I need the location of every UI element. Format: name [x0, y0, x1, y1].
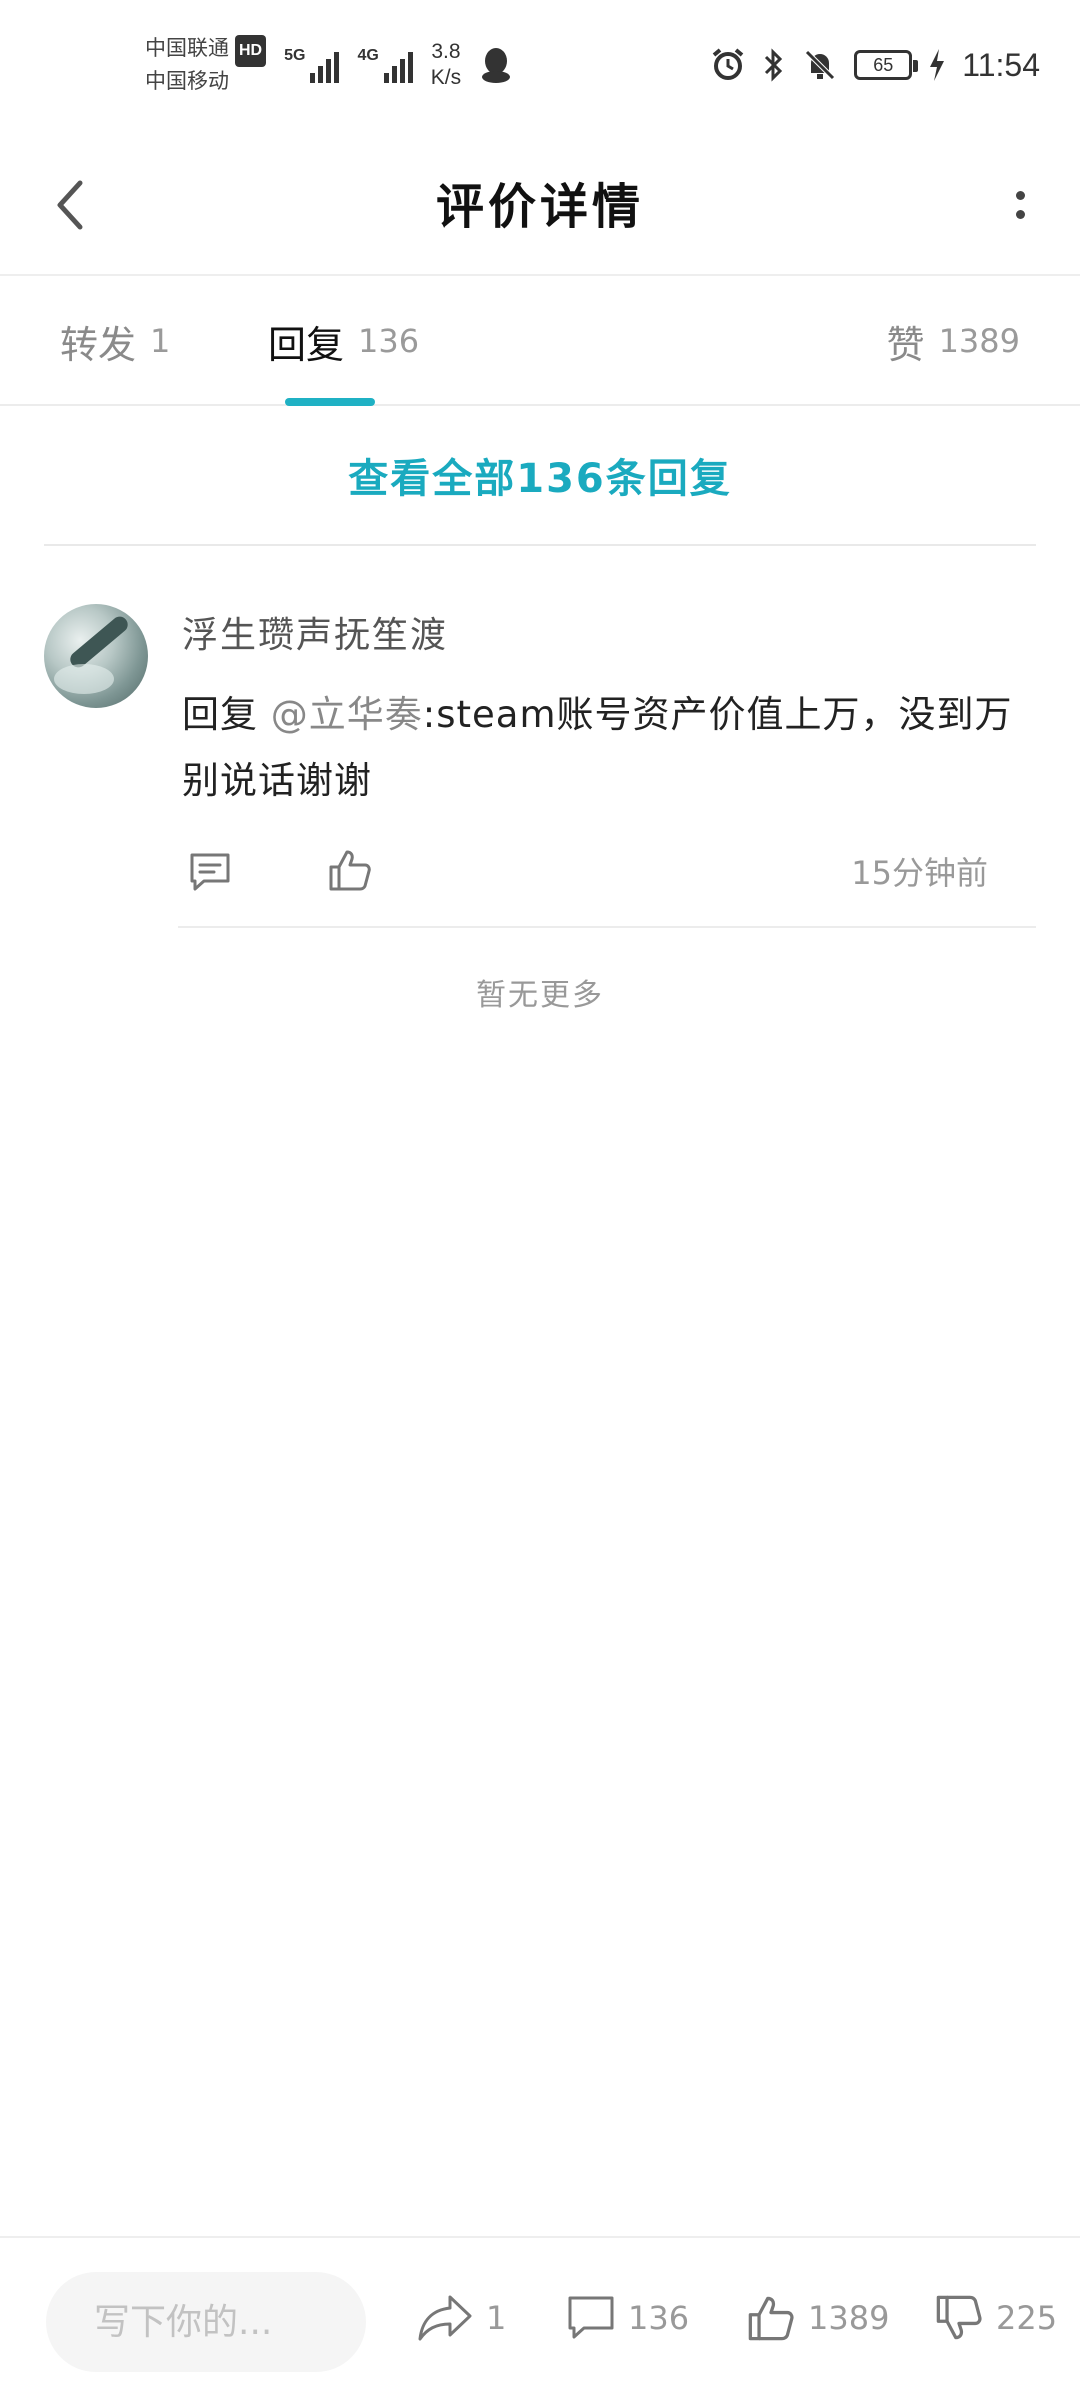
comment-button[interactable]: 136: [566, 2268, 689, 2368]
signal-5g-icon: 5G: [284, 47, 340, 83]
tab-label: 回复: [268, 322, 345, 367]
like-button[interactable]: [320, 840, 380, 900]
comment-icon: [190, 853, 230, 891]
comment-item: 浮生瓒声抚笙渡 回复 @立华奏:steam账号资产价值上万，没到万别说话谢谢 1…: [44, 548, 1036, 928]
forward-button[interactable]: 1: [416, 2268, 506, 2368]
signal-1-label: 5G: [284, 47, 306, 64]
thumbs-up-icon: [748, 2296, 794, 2341]
active-tab-indicator: [285, 398, 375, 406]
tab-bar: 转发 1 回复 136 赞 1389: [0, 276, 1080, 406]
forward-count: 1: [486, 2299, 507, 2337]
signal-2-label: 4G: [357, 47, 379, 64]
mention[interactable]: @立华奏: [271, 693, 423, 736]
carrier-info: 中国联通 HD 中国移动: [145, 34, 267, 97]
tab-reply[interactable]: 回复 136: [268, 276, 419, 406]
qq-icon: [479, 46, 513, 84]
no-more-text: 暂无更多: [476, 978, 604, 1013]
comment-timestamp: 15分钟前: [851, 854, 988, 892]
tab-count: 1389: [938, 322, 1020, 360]
tab-count: 136: [358, 322, 420, 360]
comment-text[interactable]: 回复 @立华奏:steam账号资产价值上万，没到万别说话谢谢: [182, 682, 1036, 814]
tab-like[interactable]: 赞 1389: [887, 276, 1020, 406]
tab-label: 赞: [886, 322, 925, 367]
tab-count: 1: [150, 322, 171, 360]
charging-icon: [928, 48, 946, 82]
share-arrow-icon: [418, 2295, 472, 2341]
net-speed-value: 3.8: [431, 40, 461, 63]
avatar[interactable]: [44, 604, 148, 708]
comment-count: 136: [628, 2299, 690, 2337]
view-all-replies-link[interactable]: 查看全部136条回复: [44, 406, 1036, 546]
like-post-button[interactable]: 1389: [746, 2268, 889, 2368]
comment-bubble-icon: [568, 2296, 614, 2339]
hd-badge: HD: [235, 34, 267, 67]
bottom-action-bar: 1 136 1389 225: [0, 2236, 1080, 2400]
username[interactable]: 浮生瓒声抚笙渡: [182, 606, 448, 658]
more-options-button[interactable]: [990, 170, 1050, 240]
more-vertical-icon: [1015, 191, 1025, 200]
write-comment-input[interactable]: [46, 2272, 366, 2372]
clock: 11:54: [962, 46, 1040, 83]
thumbs-down-icon: [936, 2295, 982, 2340]
dislike-button[interactable]: 225: [934, 2268, 1057, 2368]
bluetooth-icon: [762, 47, 786, 83]
header-bar: 评价详情: [0, 130, 1080, 276]
carrier-1: 中国联通: [145, 36, 229, 60]
carrier-2: 中国移动: [145, 69, 229, 93]
thumbs-up-icon: [329, 850, 371, 891]
chevron-left-icon: [57, 180, 83, 230]
like-count: 1389: [808, 2299, 890, 2337]
signal-4g-icon: 4G: [357, 47, 413, 83]
reply-button[interactable]: [182, 844, 238, 900]
net-speed-unit: K/s: [430, 66, 462, 89]
tab-label: 转发: [60, 322, 137, 367]
net-speed: 3.8 K/s: [431, 39, 461, 91]
page-title: 评价详情: [435, 179, 644, 235]
alarm-icon: [710, 47, 746, 83]
battery-level: 65: [873, 54, 894, 75]
dislike-count: 225: [996, 2299, 1058, 2337]
battery-icon: 65: [854, 50, 919, 80]
status-left: 中国联通 HD 中国移动 5G 4G 3.8 K/s: [145, 34, 513, 97]
divider: [178, 926, 1036, 928]
status-bar: 中国联通 HD 中国移动 5G 4G 3.8 K/s 65 11:54: [0, 0, 1080, 130]
back-button[interactable]: [40, 170, 100, 240]
tab-forward[interactable]: 转发 1: [60, 276, 170, 406]
status-right: 65 11:54: [710, 47, 1040, 84]
reply-prefix: 回复: [182, 693, 258, 736]
mute-bell-icon: [802, 47, 838, 83]
